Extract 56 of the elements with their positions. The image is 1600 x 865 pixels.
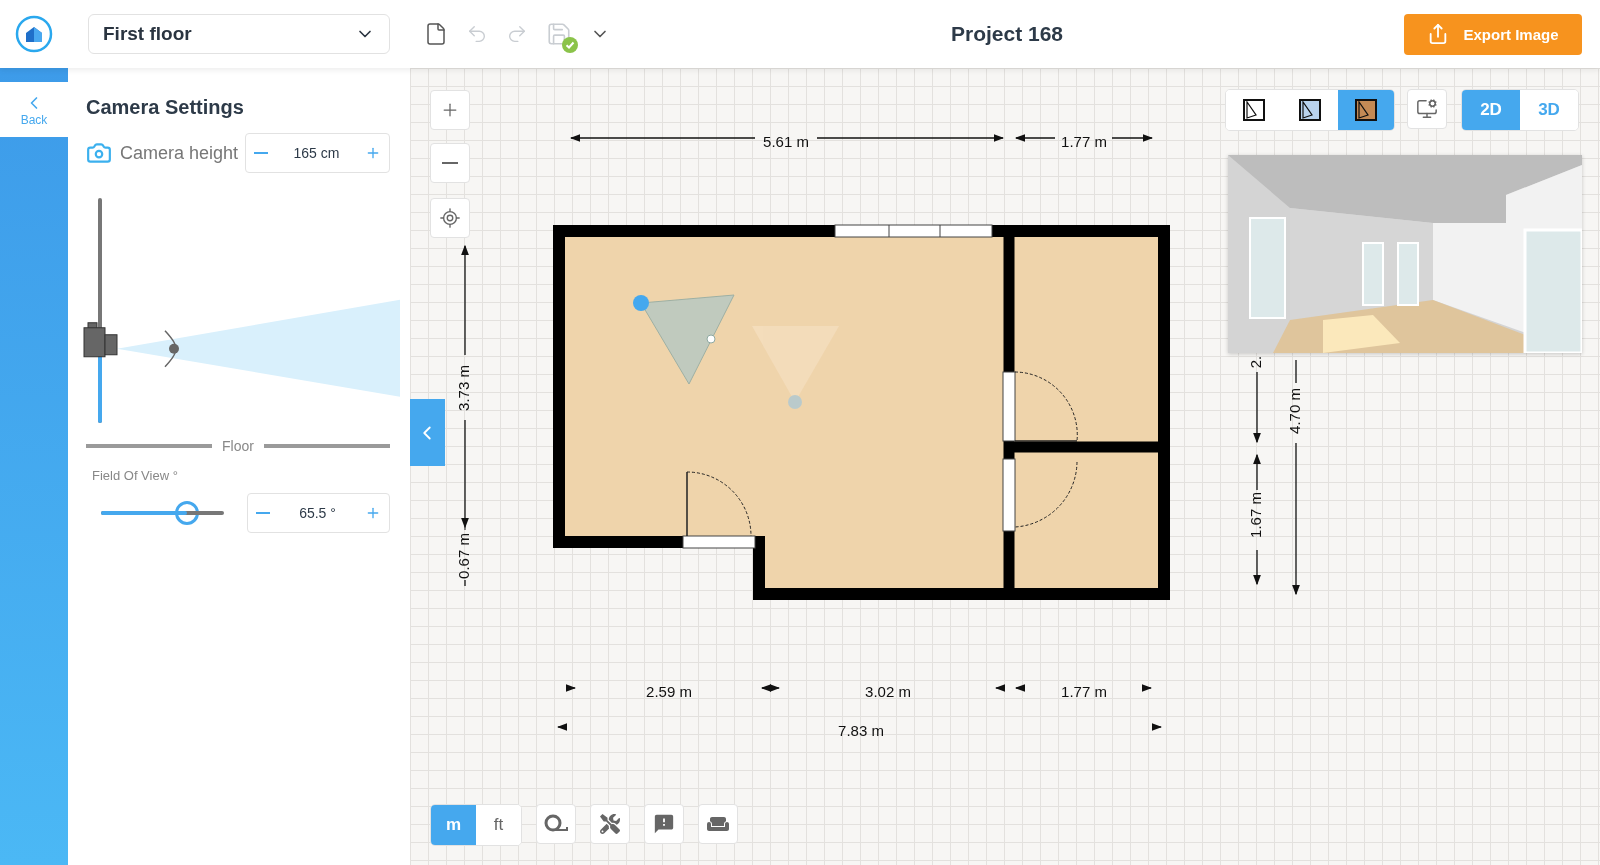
camera-marker[interactable]: [752, 326, 839, 409]
camera-icon: [86, 140, 112, 166]
field-of-view-label: Field Of View °: [92, 468, 179, 483]
project-title: Project 168: [949, 22, 1065, 46]
dimension-label: 1.77 m: [1061, 682, 1107, 700]
panel-title: Camera Settings: [86, 96, 245, 119]
dimension-label: 5.61 m: [763, 132, 809, 150]
dimension-line: [464, 579, 466, 587]
undo-icon: [466, 23, 488, 45]
dimension-label: 0.67 m: [454, 533, 472, 579]
furniture-button[interactable]: [698, 804, 738, 844]
plus-icon: [365, 505, 381, 521]
camera-height-label: Camera height: [120, 142, 239, 164]
new-file-button[interactable]: [424, 22, 448, 46]
dimension-label: 2.59 m: [646, 682, 692, 700]
dimension-label: 3.02 m: [865, 682, 911, 700]
save-icon: [546, 21, 572, 47]
door-swatch-icon: [1299, 99, 1321, 121]
minus-icon: [256, 512, 270, 514]
dimension-label: 7.83 m: [838, 721, 884, 739]
view-mode-button[interactable]: [1338, 90, 1394, 130]
minus-icon: [254, 152, 268, 154]
redo-icon: [506, 23, 528, 45]
tilt-handle[interactable]: [164, 330, 179, 368]
info-message-icon: [653, 813, 675, 835]
dimension-label: 1.67 m: [1246, 492, 1264, 538]
dimension-label: 4.70 m: [1285, 388, 1303, 434]
file-icon: [424, 22, 448, 46]
dimension-label: 2.: [1246, 355, 1264, 369]
stepper-value: 65.5 °: [299, 505, 336, 521]
export-image-button[interactable]: Export Image: [1404, 13, 1582, 55]
recenter-button[interactable]: [430, 198, 470, 238]
door-swatch-icon: [1243, 99, 1265, 121]
app-logo[interactable]: [15, 15, 53, 53]
stepper-value: 165 cm: [293, 145, 340, 161]
monitor-gear-icon: [1416, 98, 1438, 120]
camera-marker[interactable]: [633, 294, 735, 385]
back-button[interactable]: Back: [0, 82, 68, 137]
display-settings-button[interactable]: [1407, 89, 1447, 129]
floor-select[interactable]: First floor: [88, 14, 390, 54]
zoom-in-button[interactable]: [430, 90, 470, 130]
locate-icon: [439, 207, 461, 229]
plus-icon: [365, 145, 381, 161]
floor-label: Floor: [222, 438, 254, 454]
info-button[interactable]: [644, 804, 684, 844]
unit-tab[interactable]: m: [431, 805, 476, 845]
tape-measure-icon: [544, 814, 568, 834]
view-toggle-tab[interactable]: 2D: [1462, 90, 1520, 130]
tools-icon: [600, 814, 620, 834]
minus-icon: [442, 162, 458, 164]
tools-button[interactable]: [590, 804, 630, 844]
door-swatch-icon: [1355, 99, 1377, 121]
camera-drawing[interactable]: [83, 322, 118, 358]
dimension-label: 1.77 m: [1061, 132, 1107, 150]
dimension-label: 3.73 m: [454, 365, 472, 411]
measure-button[interactable]: [536, 804, 576, 844]
